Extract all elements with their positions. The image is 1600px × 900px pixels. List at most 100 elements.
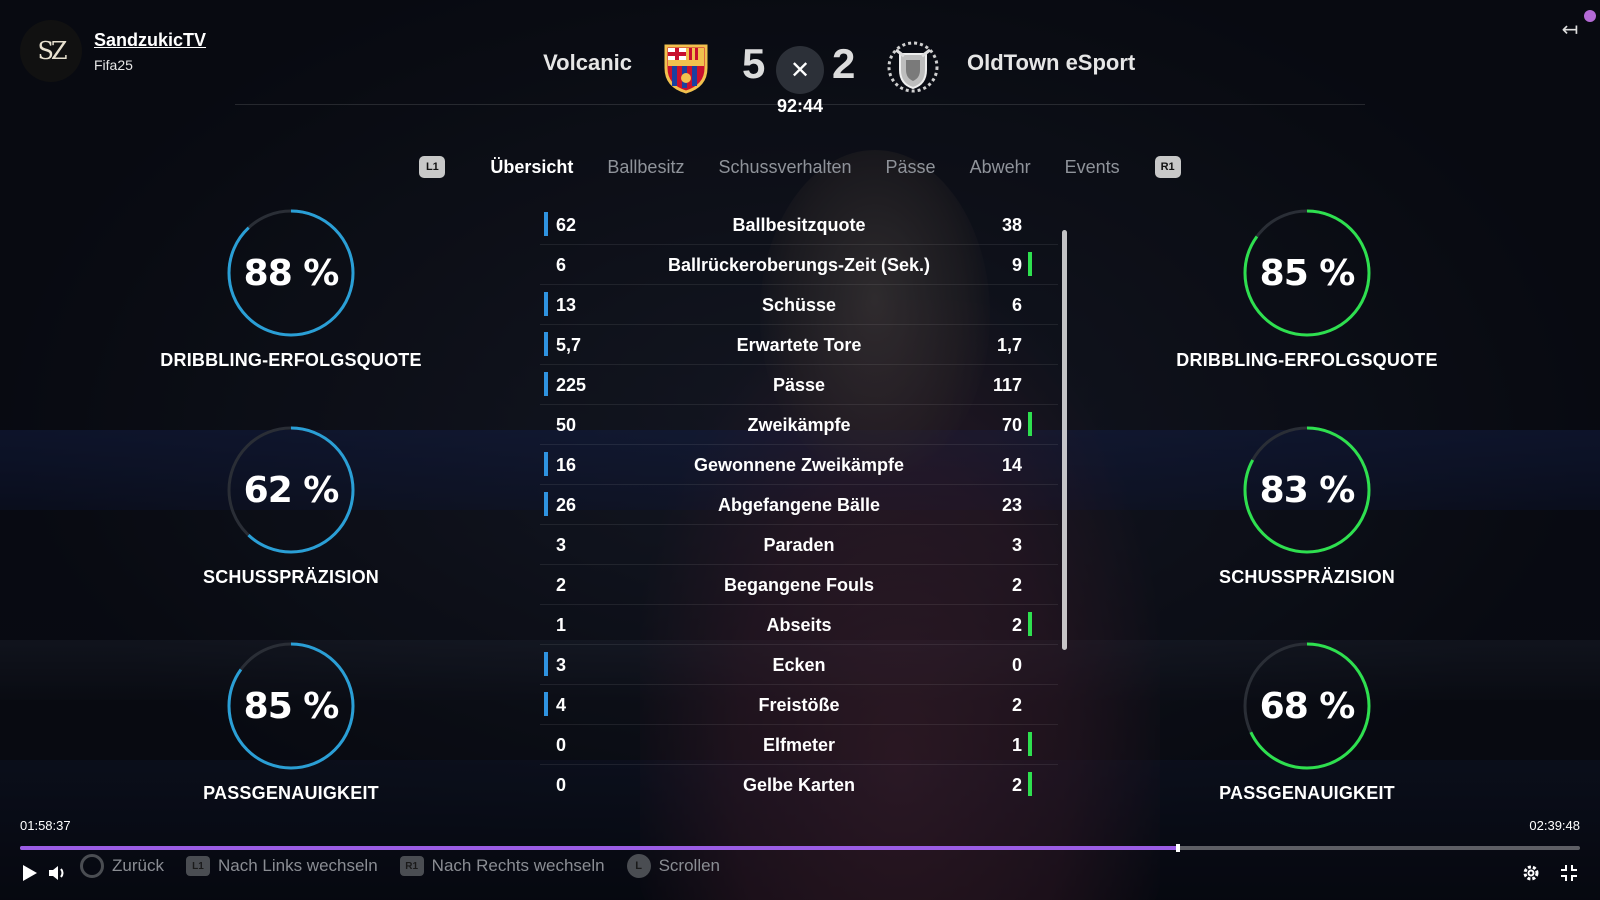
away-lead-bar: [1028, 772, 1032, 796]
stats-scrollbar[interactable]: [1062, 230, 1067, 650]
away-value: 14: [1001, 455, 1022, 475]
stat-label: Zweikämpfe: [747, 415, 851, 435]
stat-label: Gewonnene Zweikämpfe: [693, 455, 905, 475]
home-team-name: Volcanic: [543, 50, 632, 75]
stat-row: 0 Elfmeter 1: [540, 725, 1058, 765]
stat-row: 4 Freistöße 2: [540, 685, 1058, 725]
away-dribbling-stat: 85 % DRIBBLING-ERFOLGSQUOTE: [1157, 208, 1457, 371]
away-value: 0: [1011, 655, 1022, 675]
header-divider: [235, 104, 1365, 105]
stat-label: Erwartete Tore: [736, 335, 862, 355]
l1-button-icon[interactable]: L1: [419, 156, 446, 178]
tab-events[interactable]: Events: [1048, 157, 1137, 178]
stat-row: 13 Schüsse 6: [540, 285, 1058, 325]
away-value: 117: [992, 375, 1022, 395]
home-lead-bar: [544, 692, 548, 716]
tab-paesse[interactable]: Pässe: [869, 157, 953, 178]
stat-row: 50 Zweikämpfe 70: [540, 405, 1058, 445]
home-value: 13: [556, 295, 577, 315]
progress-ring: 62 %: [226, 425, 356, 555]
home-value: 0: [556, 775, 567, 795]
volume-icon[interactable]: [46, 862, 68, 884]
progress-ring: 85 %: [226, 641, 356, 771]
ring-value: 68 %: [1259, 685, 1356, 727]
home-value: 3: [556, 655, 567, 675]
home-lead-bar: [544, 652, 548, 676]
away-value: 2: [1011, 615, 1022, 635]
ring-value: 88 %: [243, 252, 340, 294]
r1-button-icon[interactable]: R1: [1154, 156, 1181, 178]
notification-dot: [1584, 10, 1596, 22]
home-value: 50: [556, 415, 577, 435]
stat-row: 62 Ballbesitzquote 38: [540, 205, 1058, 245]
away-value: 38: [1001, 215, 1022, 235]
home-value: 16: [556, 455, 577, 475]
hint-switch-right: R1 Nach Rechts wechseln: [399, 856, 605, 876]
progress-ring: 85 %: [1242, 208, 1372, 338]
away-score: 2: [832, 40, 856, 87]
hint-label: Nach Links wechseln: [217, 856, 378, 875]
home-value: 5,7: [556, 335, 582, 355]
play-icon[interactable]: [18, 862, 40, 884]
ring-label: SCHUSSPRÄZISION: [1218, 567, 1396, 587]
away-lead-bar: [1028, 732, 1032, 756]
stat-label: Ballrückeroberungs-Zeit (Sek.): [667, 255, 931, 275]
stat-label: Ecken: [772, 655, 826, 675]
hint-back: Zurück: [80, 854, 164, 878]
home-value: 0: [556, 735, 567, 755]
away-team-name: OldTown eSport: [967, 50, 1136, 75]
ring-label: DRIBBLING-ERFOLGSQUOTE: [1176, 350, 1438, 370]
home-score: 5: [742, 40, 766, 87]
hint-label: Scrollen: [658, 856, 721, 875]
home-value: 26: [556, 495, 577, 515]
away-value: 2: [1011, 695, 1022, 715]
ring-label: DRIBBLING-ERFOLGSQUOTE: [160, 350, 422, 370]
barcelona-crest-icon: [662, 40, 710, 94]
seek-handle[interactable]: [1175, 844, 1180, 852]
home-dribbling-stat: 88 % DRIBBLING-ERFOLGSQUOTE: [141, 208, 441, 371]
home-lead-bar: [544, 292, 548, 316]
close-button[interactable]: ✕: [776, 46, 824, 94]
progress-ring: 83 %: [1242, 425, 1372, 555]
away-pass-accuracy-stat: 68 % PASSGENAUIGKEIT: [1157, 641, 1457, 804]
exit-fullscreen-icon[interactable]: [1558, 862, 1580, 884]
controller-hints: Zurück L1 Nach Links wechseln R1 Nach Re…: [80, 854, 720, 878]
gear-icon[interactable]: [1520, 862, 1542, 884]
away-value: 1: [1011, 735, 1022, 755]
away-lead-bar: [1028, 252, 1032, 276]
home-value: 6: [556, 255, 567, 275]
home-value: 4: [556, 695, 567, 715]
home-shot-accuracy-stat: 62 % SCHUSSPRÄZISION: [141, 425, 441, 588]
stat-row: 16 Gewonnene Zweikämpfe 14: [540, 445, 1058, 485]
away-value: 2: [1011, 575, 1022, 595]
r1-button-icon: R1: [399, 856, 424, 876]
total-time: 02:39:48: [1529, 818, 1580, 833]
ring-label: SCHUSSPRÄZISION: [202, 567, 380, 587]
seek-bar[interactable]: [20, 844, 1580, 852]
away-value: 3: [1011, 535, 1022, 555]
away-value: 6: [1011, 295, 1022, 315]
stat-row: 3 Paraden 3: [540, 525, 1058, 565]
stat-label: Ballbesitzquote: [732, 215, 866, 235]
stat-label: Pässe: [772, 375, 826, 395]
tab-schussverhalten[interactable]: Schussverhalten: [701, 157, 868, 178]
match-clock: 92:44: [776, 96, 824, 116]
tab-abwehr[interactable]: Abwehr: [953, 157, 1048, 178]
seek-bar-fill: [20, 846, 1178, 850]
tab-ballbesitz[interactable]: Ballbesitz: [590, 157, 701, 178]
tab-uebersicht[interactable]: Übersicht: [473, 157, 590, 178]
stat-row: 6 Ballrückeroberungs-Zeit (Sek.) 9: [540, 245, 1058, 285]
stats-table[interactable]: 6 2 Ballbesitzquote 38 6 Ballrückeroberungs-…: [540, 205, 1058, 805]
home-lead-bar: [544, 452, 548, 476]
stat-label: Gelbe Karten: [742, 775, 856, 795]
scoreboard: Volcanic 5 ✕ 2 OldTown eSport 92:44: [0, 36, 1600, 116]
ring-value: 85 %: [1259, 252, 1356, 294]
stat-row: 26 Abgefangene Bälle 23: [540, 485, 1058, 525]
stat-label: Begangene Fouls: [723, 575, 875, 595]
stat-label: Elfmeter: [762, 735, 836, 755]
stat-label: Abseits: [766, 615, 832, 635]
stat-row: 3 Ecken 0: [540, 645, 1058, 685]
stat-label: Abgefangene Bälle: [717, 495, 881, 515]
away-lead-bar: [1028, 412, 1032, 436]
stats-tabs: L1 Übersicht Ballbesitz Schussverhalten …: [0, 152, 1600, 182]
